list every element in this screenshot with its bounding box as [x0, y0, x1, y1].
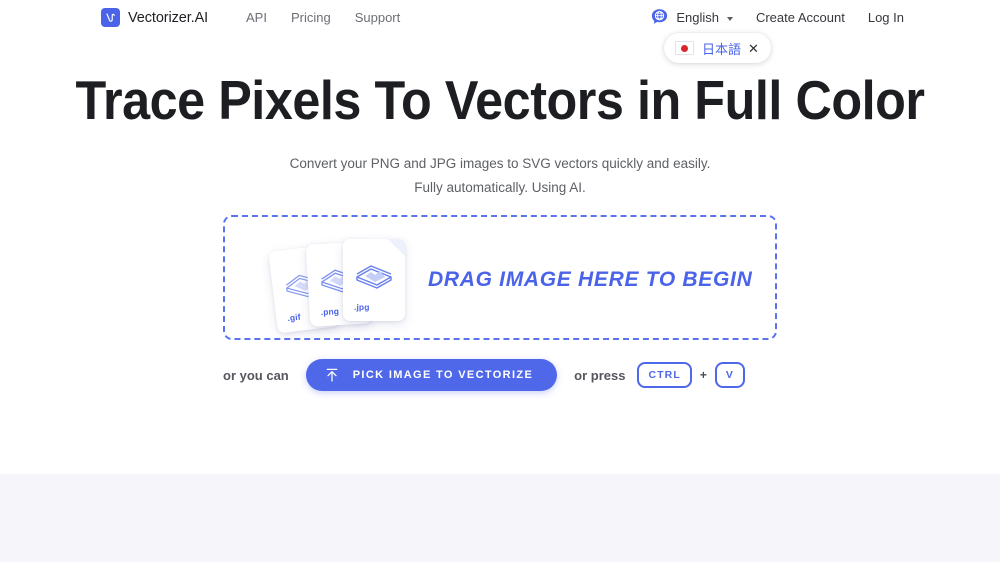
language-suggestion-label[interactable]: 日本語: [702, 39, 741, 58]
header-right-controls: English Create Account Log In: [650, 8, 904, 27]
language-label: English: [676, 10, 719, 25]
or-press-label: or press: [574, 367, 626, 383]
key-chip-v[interactable]: V: [714, 362, 745, 388]
file-ext-label: .png: [320, 306, 340, 318]
dropzone-prompt: DRAG IMAGE HERE TO BEGIN: [428, 268, 753, 291]
brand-name: Vectorizer.AI: [128, 9, 209, 26]
vectorizer-logo-icon: [101, 8, 120, 27]
create-account-link[interactable]: Create Account: [756, 10, 845, 25]
brand-logo-link[interactable]: Vectorizer.AI: [101, 8, 208, 27]
primary-nav: API Pricing Support: [246, 10, 400, 25]
subtitle-line-2: Fully automatically. Using AI.: [414, 180, 586, 195]
subtitle-line-1: Convert your PNG and JPG images to SVG v…: [289, 156, 711, 171]
key-chip-ctrl[interactable]: CTRL: [637, 362, 692, 388]
page-subtitle: Convert your PNG and JPG images to SVG v…: [0, 152, 1000, 200]
lower-section: [0, 474, 1000, 562]
pick-image-button[interactable]: PICK IMAGE TO VECTORIZE: [305, 359, 558, 391]
page-fold-corner: [388, 239, 405, 256]
close-icon[interactable]: ✕: [748, 42, 759, 55]
upload-action-row: or you can PICK IMAGE TO VECTORIZE or pr…: [223, 359, 745, 391]
log-in-link[interactable]: Log In: [868, 10, 904, 25]
file-ext-label: .gif: [286, 311, 302, 324]
or-you-can-label: or you can: [223, 367, 289, 383]
key-chip-v-label: V: [725, 369, 734, 381]
page-title: Trace Pixels To Vectors in Full Color: [75, 69, 925, 131]
flag-japan-icon: [675, 41, 694, 55]
file-card-stack: .gif .png .jpg: [268, 234, 449, 339]
nav-item-api[interactable]: API: [246, 10, 267, 25]
nav-item-support[interactable]: Support: [355, 10, 401, 25]
language-selector[interactable]: English: [650, 8, 733, 27]
nav-item-pricing[interactable]: Pricing: [291, 10, 331, 25]
upload-icon: [324, 367, 340, 383]
site-header: Vectorizer.AI API Pricing Support Englis…: [0, 0, 1000, 34]
pick-image-button-label: PICK IMAGE TO VECTORIZE: [352, 369, 534, 381]
file-card-jpg: .jpg: [343, 239, 405, 321]
image-file-icon: [353, 257, 395, 296]
key-separator: +: [699, 368, 707, 382]
globe-icon: [650, 8, 669, 27]
key-chip-ctrl-label: CTRL: [648, 369, 681, 381]
language-suggestion-popup[interactable]: 日本語 ✕: [664, 33, 771, 63]
chevron-down-icon: [726, 16, 733, 21]
file-ext-label: .jpg: [354, 302, 370, 312]
image-dropzone[interactable]: .gif .png .jpg DRAG IMAGE HERE TO BEGIN: [223, 215, 777, 340]
